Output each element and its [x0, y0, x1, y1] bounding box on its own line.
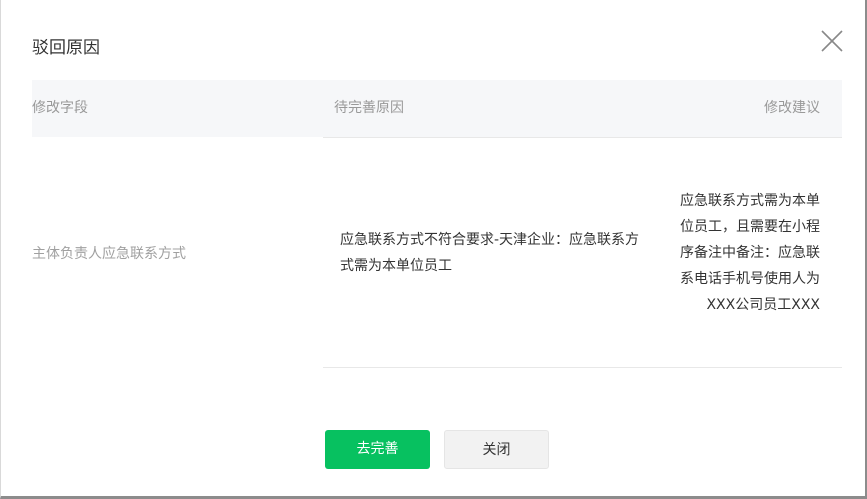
reason-value: 应急联系方式不符合要求-天津企业：应急联系方式需为本单位员工: [340, 231, 640, 274]
table-row-suggestion: 应急联系方式需为本单位员工，且需要在小程序备注中备注：应急联系电话手机号使用人为…: [680, 137, 820, 368]
go-complete-button[interactable]: 去完善: [325, 430, 430, 469]
header-reason: 待完善原因: [334, 100, 404, 116]
reject-reason-dialog: 驳回原因 修改字段 待完善原因 修改建议 主体负责人应急联系方式 应急联系方式不…: [0, 0, 867, 499]
table-row-field: 主体负责人应急联系方式: [32, 137, 323, 368]
row-divider: [323, 367, 842, 368]
dialog-title: 驳回原因: [32, 38, 100, 58]
close-button[interactable]: 关闭: [444, 430, 549, 469]
table-row-reason: 应急联系方式不符合要求-天津企业：应急联系方式需为本单位员工: [340, 137, 650, 368]
header-field: 修改字段: [32, 100, 88, 116]
close-icon[interactable]: [819, 28, 845, 54]
table-header: 修改字段 待完善原因 修改建议: [32, 80, 842, 137]
field-value: 主体负责人应急联系方式: [32, 245, 186, 262]
header-suggestion: 修改建议: [764, 100, 820, 116]
suggestion-value: 应急联系方式需为本单位员工，且需要在小程序备注中备注：应急联系电话手机号使用人为…: [680, 192, 820, 313]
